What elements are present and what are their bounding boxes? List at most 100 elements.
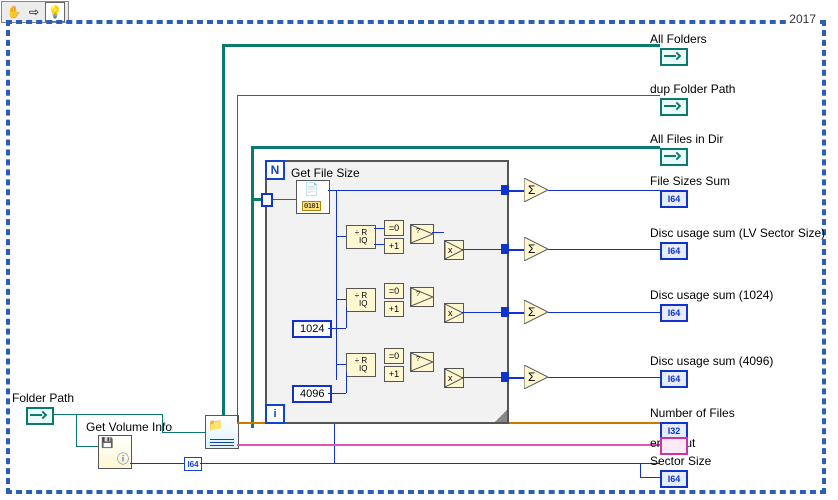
wire-filesize-top	[328, 190, 505, 191]
w-sector-to-ind	[640, 477, 660, 478]
w-4096	[328, 393, 346, 394]
disc-usage-4096-indicator[interactable]: I64	[660, 370, 688, 388]
wire-all-folders-h	[222, 44, 660, 47]
svg-text:Σ: Σ	[528, 183, 535, 197]
wire-error-out	[237, 444, 660, 446]
wire-folder-to-gvi-v	[76, 414, 77, 446]
all-folders-label: All Folders	[650, 32, 707, 46]
disc-usage-1024-label: Disc usage sum (1024)	[650, 288, 773, 302]
sector-size-indicator[interactable]: I64	[660, 470, 688, 488]
w-r1-b	[374, 244, 384, 245]
svg-text:Σ: Σ	[528, 305, 535, 319]
get-volume-info-label: Get Volume Info	[86, 420, 172, 434]
multiply-3-icon[interactable]: x	[444, 368, 464, 388]
number-of-files-label: Number of Files	[650, 406, 735, 420]
diagram-border-right	[822, 20, 826, 494]
sum-array-row3-icon[interactable]: Σ	[524, 365, 548, 389]
select-1-icon[interactable]: ?	[410, 224, 434, 244]
quotient-remainder-3-icon[interactable]: ÷ R IQ	[346, 353, 376, 377]
equal-zero-1-icon[interactable]: =0	[384, 220, 404, 236]
wire-folder-to-gvi-h	[76, 446, 98, 447]
wire-folder-path-down	[162, 414, 163, 432]
sum-array-filesize-icon[interactable]: Σ	[524, 178, 548, 202]
diagram-border-left	[6, 20, 10, 494]
wire-all-files-v	[251, 146, 254, 428]
constant-1024[interactable]: 1024	[292, 320, 332, 338]
disc-usage-lv-label: Disc usage sum (LV Sector Size)	[650, 226, 825, 240]
error-out-indicator[interactable]	[660, 437, 688, 455]
folder-path-control[interactable]	[26, 407, 54, 425]
w-sector-drop	[640, 463, 641, 477]
folder-path-label: Folder Path	[12, 391, 74, 405]
get-volume-info-vi-icon[interactable]	[98, 435, 132, 469]
quotient-remainder-1-icon[interactable]: ÷ R IQ	[346, 225, 376, 249]
w-arr1	[509, 190, 524, 192]
to-i64-node-icon[interactable]: I64	[184, 457, 202, 471]
labview-version-label: 2017	[787, 12, 818, 26]
get-file-size-label: Get File Size	[291, 166, 360, 180]
for-loop-n-terminal[interactable]: N	[265, 160, 285, 180]
all-files-in-dir-indicator[interactable]	[660, 148, 688, 166]
diagram-border-top	[6, 20, 826, 24]
w-1024	[328, 328, 346, 329]
w-r1-c	[432, 232, 444, 233]
dup-folder-path-label: dup Folder Path	[650, 82, 735, 96]
get-file-size-vi-icon[interactable]	[296, 180, 330, 214]
dup-folder-path-indicator[interactable]	[660, 98, 688, 116]
multiply-1-icon[interactable]: x	[444, 240, 464, 260]
block-diagram-canvas[interactable]: { "meta": { "version": "2017" }, "toolba…	[0, 0, 838, 500]
w-r1-in	[336, 236, 346, 237]
w-sum3	[548, 312, 660, 313]
tunnel-row2[interactable]	[501, 307, 509, 317]
wire-all-folders-v	[222, 44, 225, 415]
pan-tool-icon[interactable]: ✋	[5, 3, 23, 21]
svg-text:Σ: Σ	[528, 242, 535, 256]
wire-folder-path	[54, 414, 162, 415]
disc-usage-lv-indicator[interactable]: I64	[660, 242, 688, 260]
quotient-remainder-2-icon[interactable]: ÷ R IQ	[346, 288, 376, 312]
increment-2-icon[interactable]: +1	[384, 301, 404, 317]
wire-sector-2	[200, 463, 660, 464]
diagram-border-bottom	[6, 490, 826, 494]
w-r3-out	[462, 377, 505, 378]
file-sizes-sum-indicator[interactable]: I64	[660, 190, 688, 208]
auto-index-tunnel-in[interactable]	[261, 193, 273, 207]
wire-all-files-h	[251, 146, 660, 149]
w-sum4	[548, 377, 660, 378]
wire-folder-to-list	[162, 432, 205, 433]
w-arr4	[509, 377, 524, 379]
w-r1-a	[374, 228, 384, 229]
increment-1-icon[interactable]: +1	[384, 238, 404, 254]
sector-size-label: Sector Size	[650, 454, 711, 468]
equal-zero-2-icon[interactable]: =0	[384, 283, 404, 299]
disc-usage-1024-indicator[interactable]: I64	[660, 304, 688, 322]
select-3-icon[interactable]: ?	[410, 352, 434, 372]
constant-4096[interactable]: 4096	[292, 385, 332, 403]
w-arr3	[509, 312, 524, 314]
list-folder-vi-icon[interactable]	[205, 415, 239, 449]
equal-zero-3-icon[interactable]: =0	[384, 348, 404, 364]
select-2-icon[interactable]: ?	[410, 287, 434, 307]
w-sum1	[548, 190, 660, 191]
svg-text:?: ?	[416, 291, 420, 298]
arrow-tool-icon[interactable]: ⇨	[25, 3, 43, 21]
wire-file-in	[273, 199, 296, 200]
svg-text:x: x	[448, 308, 453, 318]
sum-array-row2-icon[interactable]: Σ	[524, 300, 548, 324]
w-r3-in	[336, 364, 346, 365]
tunnel-filesize[interactable]	[501, 185, 509, 195]
for-loop-i-terminal[interactable]: i	[265, 404, 285, 424]
for-loop-resize-handle-icon[interactable]	[495, 410, 507, 422]
highlight-tool-icon[interactable]: 💡	[45, 2, 65, 22]
sum-array-row1-icon[interactable]: Σ	[524, 237, 548, 261]
file-sizes-sum-label: File Sizes Sum	[650, 174, 730, 188]
increment-3-icon[interactable]: +1	[384, 366, 404, 382]
tunnel-row1[interactable]	[501, 244, 509, 254]
tunnel-row3[interactable]	[501, 372, 509, 382]
multiply-2-icon[interactable]: x	[444, 303, 464, 323]
wire-dup-path-v	[237, 95, 238, 422]
svg-text:Σ: Σ	[528, 370, 535, 384]
svg-text:?: ?	[416, 228, 420, 235]
wire-sector-1	[130, 463, 184, 464]
all-folders-indicator[interactable]	[660, 48, 688, 66]
